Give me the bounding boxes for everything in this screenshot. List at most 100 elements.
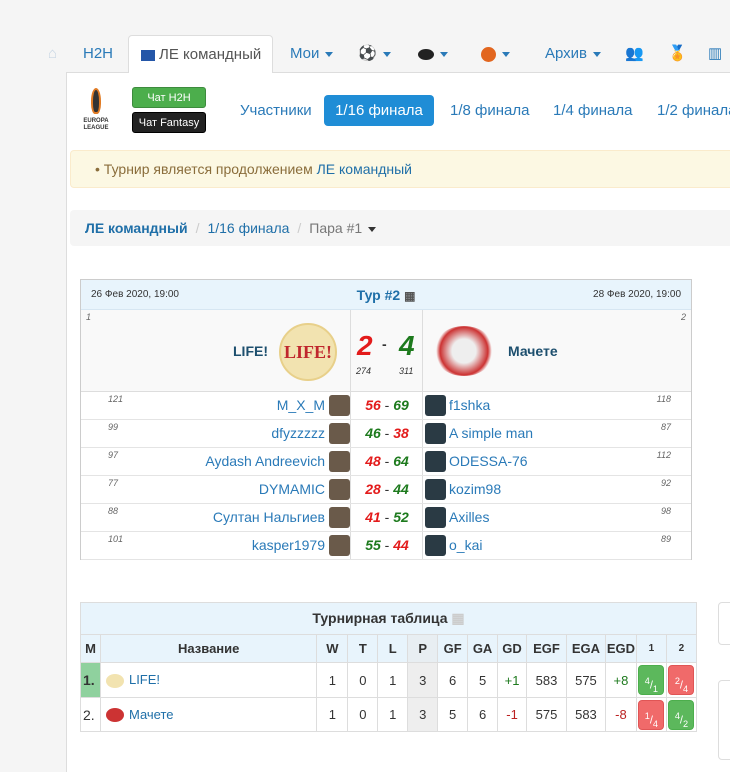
- player-score: 56 - 69: [365, 397, 409, 413]
- end-date: 28 Фев 2020, 19:00: [593, 289, 681, 300]
- col-header[interactable]: EGF: [526, 634, 567, 663]
- home-player-name[interactable]: Aydash Andreevich: [205, 453, 325, 469]
- col-header[interactable]: М: [80, 634, 101, 663]
- home-player-points: 55: [365, 537, 381, 553]
- away-player-avatar: [425, 395, 446, 416]
- col-header[interactable]: 1: [635, 634, 667, 663]
- col-header[interactable]: EGA: [565, 634, 606, 663]
- col-header[interactable]: GD: [497, 634, 528, 663]
- grid-icon: ▦: [451, 610, 465, 626]
- hockey-puck-icon: [418, 48, 434, 60]
- side-panel: [718, 602, 730, 645]
- home-team-logo: LIFE!: [279, 323, 337, 381]
- result-r2[interactable]: 4/2: [665, 697, 698, 732]
- stage-1-8[interactable]: 1/8 финала: [436, 95, 543, 126]
- stage-1-4[interactable]: 1/4 финала: [539, 95, 646, 126]
- team-logo: [105, 708, 124, 723]
- col-header[interactable]: T: [347, 634, 379, 663]
- chat-fantasy-button[interactable]: Чат Fantasy: [132, 112, 206, 133]
- player-score: 41 - 52: [365, 509, 409, 525]
- caret-down-icon: [593, 51, 602, 57]
- team-name[interactable]: Мачете: [129, 707, 174, 722]
- player-rows: 121 M_X_M 56 - 69 f1shka 118 99 dfyzzzzz…: [81, 392, 691, 560]
- breadcrumb: ЛЕ командный/1/16 финала / Пара #1: [70, 210, 730, 246]
- player-score: 48 - 64: [365, 453, 409, 469]
- stage-1-16[interactable]: 1/16 финала: [324, 95, 434, 126]
- match-header: 26 Фев 2020, 19:00 Тур #2 ▦ 28 Фев 2020,…: [81, 280, 691, 310]
- cell-w: 1: [316, 697, 349, 732]
- breadcrumb-pair-dropdown[interactable]: Пара #1: [309, 220, 377, 236]
- basketball-menu[interactable]: [481, 35, 510, 72]
- football-menu[interactable]: ⚽: [358, 35, 391, 72]
- result-r1[interactable]: 1/4: [635, 697, 667, 732]
- col-header[interactable]: P: [407, 634, 439, 663]
- away-team-name[interactable]: Мачете: [508, 343, 558, 359]
- home-player-points: 46: [365, 425, 381, 441]
- cell-p: 3: [407, 697, 439, 732]
- away-player-seed: 92: [660, 478, 671, 488]
- cell-egd: +8: [604, 662, 637, 698]
- table-icon[interactable]: ▥: [708, 35, 722, 72]
- tab-my[interactable]: Мои: [290, 35, 334, 72]
- medal-icon[interactable]: 🏅: [668, 35, 687, 72]
- cell-t: 0: [347, 662, 379, 698]
- caret-down-icon: [440, 51, 448, 57]
- home-player-name[interactable]: Султан Нальгиев: [213, 509, 325, 525]
- home-player-name[interactable]: dfyzzzzz: [271, 425, 325, 441]
- stage-participants[interactable]: Участники: [226, 95, 326, 126]
- home-player-name[interactable]: kasper1979: [252, 537, 325, 553]
- tab-h2h[interactable]: H2H: [83, 35, 113, 72]
- col-header[interactable]: GA: [467, 634, 499, 663]
- col-header[interactable]: L: [377, 634, 409, 663]
- breadcrumb-stage[interactable]: 1/16 финала: [207, 220, 289, 236]
- result-r1[interactable]: 4/1: [635, 662, 667, 698]
- home-player-name[interactable]: DYMAMIC: [259, 481, 325, 497]
- tab-le-team[interactable]: ЛЕ командный: [128, 35, 273, 73]
- alert-link[interactable]: ЛЕ командный: [317, 161, 412, 177]
- stage-1-2[interactable]: 1/2 финала: [643, 95, 730, 126]
- round-text: Тур #2: [356, 287, 401, 303]
- home-player-avatar: [329, 395, 350, 416]
- teams-row: 1 LIFE! LIFE! 2 - 4 274 311 Мачете 2: [81, 310, 691, 392]
- home-player-points: 48: [365, 453, 381, 469]
- breadcrumb-tournament[interactable]: ЛЕ командный: [85, 220, 188, 236]
- cell-pos: 1.: [80, 662, 101, 698]
- col-header[interactable]: Название: [99, 634, 318, 663]
- cell-t: 0: [347, 697, 379, 732]
- hockey-menu[interactable]: [418, 35, 448, 72]
- users-icon[interactable]: 👥: [625, 35, 644, 72]
- cell-ega: 583: [565, 697, 606, 732]
- col-header[interactable]: W: [316, 634, 349, 663]
- match-card: 26 Фев 2020, 19:00 Тур #2 ▦ 28 Фев 2020,…: [80, 279, 692, 560]
- result-opp: 4: [652, 718, 659, 729]
- team-cell[interactable]: LIFE!: [99, 662, 318, 698]
- result-badge: 4/1: [638, 665, 665, 695]
- team-name[interactable]: LIFE!: [129, 672, 160, 687]
- result-opp: 2: [682, 718, 689, 729]
- away-player-seed: 112: [656, 450, 671, 460]
- cell-pos: 2.: [80, 697, 101, 732]
- away-player-avatar: [425, 423, 446, 444]
- away-player-name[interactable]: A simple man: [449, 425, 533, 441]
- standings-title: Турнирная таблица ▦: [80, 602, 697, 635]
- col-header[interactable]: EGD: [604, 634, 637, 663]
- col-header[interactable]: 2: [665, 634, 698, 663]
- col-header[interactable]: GF: [437, 634, 469, 663]
- table-row: 2. Мачете 1 0 1 3 5 6 -1 575 583 -8 1/4 4/2: [80, 697, 698, 732]
- away-player-name[interactable]: kozim98: [449, 481, 501, 497]
- away-player-name[interactable]: Axilles: [449, 509, 489, 525]
- away-player-avatar: [425, 507, 446, 528]
- result-badge: 4/2: [668, 699, 695, 730]
- away-player-name[interactable]: o_kai: [449, 537, 482, 553]
- home-team-name[interactable]: LIFE!: [233, 343, 268, 359]
- result-r2[interactable]: 2/4: [665, 662, 698, 698]
- team-cell[interactable]: Мачете: [99, 697, 318, 732]
- away-player-name[interactable]: f1shka: [449, 397, 490, 413]
- home-icon[interactable]: ⌂: [48, 35, 57, 72]
- cell-gf: 5: [437, 697, 469, 732]
- cell-egf: 583: [526, 662, 567, 698]
- home-player-name[interactable]: M_X_M: [277, 397, 325, 413]
- chat-h2h-button[interactable]: Чат H2H: [132, 87, 206, 108]
- away-player-name[interactable]: ODESSA-76: [449, 453, 528, 469]
- tab-archive[interactable]: Архив: [545, 35, 602, 72]
